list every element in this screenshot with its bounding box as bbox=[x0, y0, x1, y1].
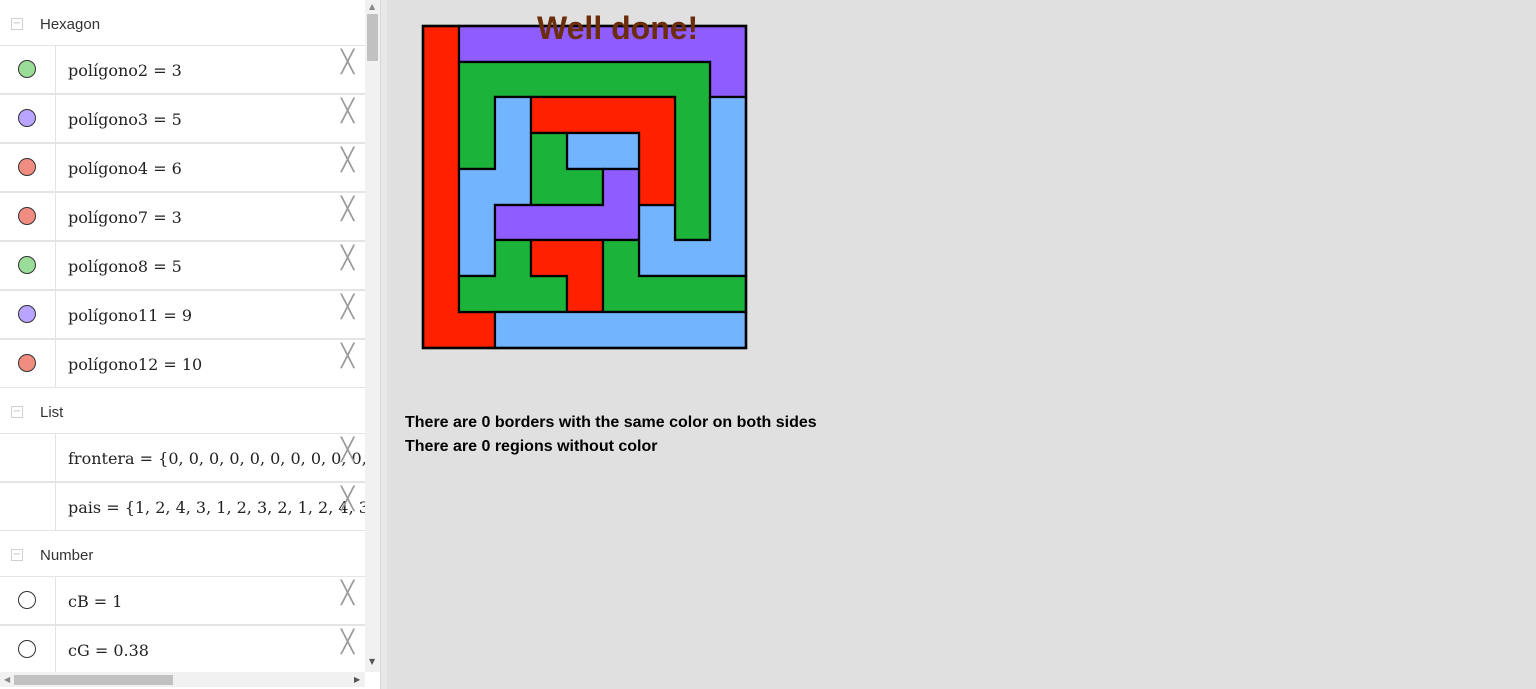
scroll-up-icon[interactable]: ▲ bbox=[369, 3, 375, 11]
visibility-toggle-icon[interactable] bbox=[18, 591, 36, 609]
delete-icon[interactable]: ╳ bbox=[341, 101, 354, 123]
visibility-toggle-icon[interactable] bbox=[18, 207, 36, 225]
marble-cell bbox=[0, 193, 56, 240]
algebra-row[interactable]: polígono11 = 9 ╳ bbox=[0, 290, 365, 339]
borders-message: There are 0 borders with the same color … bbox=[405, 414, 817, 431]
delete-icon[interactable]: ╳ bbox=[341, 583, 354, 605]
scroll-right-icon[interactable]: ▶ bbox=[354, 675, 360, 684]
group-hexagon[interactable]: − Hexagon bbox=[0, 2, 365, 46]
collapse-icon[interactable]: − bbox=[11, 549, 23, 561]
collapse-icon[interactable]: − bbox=[11, 18, 23, 30]
object-definition[interactable]: polígono8 = 5 bbox=[68, 257, 366, 276]
marble-cell bbox=[0, 46, 56, 93]
object-definition[interactable]: cB = 1 bbox=[68, 592, 366, 611]
vertical-scrollbar[interactable]: ▲ ▼ bbox=[365, 0, 380, 672]
object-definition[interactable]: cG = 0.38 bbox=[68, 641, 366, 660]
visibility-toggle-icon[interactable] bbox=[18, 60, 36, 78]
region-blue-bottom[interactable] bbox=[493, 310, 748, 350]
object-definition[interactable]: polígono11 = 9 bbox=[68, 306, 366, 325]
marble-cell bbox=[0, 626, 56, 673]
marble-cell bbox=[0, 95, 56, 142]
object-definition[interactable]: polígono3 = 5 bbox=[68, 110, 366, 129]
horizontal-scrollbar[interactable]: ◀ ▶ bbox=[0, 672, 365, 687]
group-title: Hexagon bbox=[40, 16, 101, 33]
four-color-map bbox=[421, 24, 748, 350]
scroll-down-icon[interactable]: ▼ bbox=[369, 658, 375, 666]
object-definition[interactable]: polígono4 = 6 bbox=[68, 159, 366, 178]
visibility-toggle-icon[interactable] bbox=[18, 256, 36, 274]
marble-cell bbox=[0, 483, 56, 530]
marble-cell bbox=[0, 577, 56, 624]
delete-icon[interactable]: ╳ bbox=[341, 52, 354, 74]
marble-cell bbox=[0, 242, 56, 289]
algebra-row[interactable]: cB = 1 ╳ bbox=[0, 576, 365, 625]
object-definition[interactable]: frontera = {0, 0, 0, 0, 0, 0, 0, 0, 0, 0… bbox=[68, 449, 366, 468]
algebra-row[interactable]: frontera = {0, 0, 0, 0, 0, 0, 0, 0, 0, 0… bbox=[0, 433, 366, 482]
marble-cell bbox=[0, 340, 56, 387]
group-title: List bbox=[40, 404, 64, 421]
well-done-title: Well done! bbox=[537, 10, 699, 46]
object-definition[interactable]: pais = {1, 2, 4, 3, 1, 2, 3, 2, 1, 2, 4,… bbox=[68, 498, 366, 517]
delete-icon[interactable]: ╳ bbox=[341, 489, 354, 511]
visibility-toggle-icon[interactable] bbox=[18, 109, 36, 127]
region-blue-inner[interactable] bbox=[565, 131, 641, 171]
delete-icon[interactable]: ╳ bbox=[341, 346, 354, 368]
regions-message: There are 0 regions without color bbox=[405, 438, 658, 455]
marble-cell bbox=[0, 144, 56, 191]
scroll-thumb[interactable] bbox=[367, 14, 378, 61]
algebra-row[interactable]: polígono2 = 3 ╳ bbox=[0, 45, 365, 94]
algebra-view: − Hexagon polígono2 = 3 ╳ polígono3 = 5 ╳ po… bbox=[0, 0, 380, 689]
group-title: Number bbox=[40, 547, 94, 564]
delete-icon[interactable]: ╳ bbox=[341, 632, 354, 654]
delete-icon[interactable]: ╳ bbox=[341, 297, 354, 319]
delete-icon[interactable]: ╳ bbox=[341, 199, 354, 221]
delete-icon[interactable]: ╳ bbox=[341, 150, 354, 172]
object-definition[interactable]: polígono2 = 3 bbox=[68, 61, 366, 80]
algebra-row[interactable]: polígono12 = 10 ╳ bbox=[0, 339, 365, 388]
visibility-toggle-icon[interactable] bbox=[18, 158, 36, 176]
group-list[interactable]: − List bbox=[0, 390, 365, 434]
algebra-row[interactable]: cG = 0.38 ╳ bbox=[0, 625, 365, 674]
graphics-view[interactable] bbox=[387, 0, 1536, 689]
collapse-icon[interactable]: − bbox=[11, 406, 23, 418]
algebra-row[interactable]: polígono8 = 5 ╳ bbox=[0, 241, 365, 290]
object-definition[interactable]: polígono7 = 3 bbox=[68, 208, 366, 227]
visibility-toggle-icon[interactable] bbox=[18, 640, 36, 658]
visibility-toggle-icon[interactable] bbox=[18, 305, 36, 323]
object-definition[interactable]: polígono12 = 10 bbox=[68, 355, 366, 374]
algebra-row[interactable]: polígono7 = 3 ╳ bbox=[0, 192, 365, 241]
delete-icon[interactable]: ╳ bbox=[341, 440, 354, 462]
delete-icon[interactable]: ╳ bbox=[341, 248, 354, 270]
marble-cell bbox=[0, 434, 56, 481]
scroll-thumb[interactable] bbox=[14, 675, 173, 685]
visibility-toggle-icon[interactable] bbox=[18, 354, 36, 372]
group-number[interactable]: − Number bbox=[0, 533, 365, 577]
view-splitter[interactable] bbox=[380, 0, 387, 689]
scroll-left-icon[interactable]: ◀ bbox=[4, 675, 10, 684]
algebra-row[interactable]: polígono4 = 6 ╳ bbox=[0, 143, 365, 192]
marble-cell bbox=[0, 291, 56, 338]
algebra-row[interactable]: polígono3 = 5 ╳ bbox=[0, 94, 365, 143]
algebra-row[interactable]: pais = {1, 2, 4, 3, 1, 2, 3, 2, 1, 2, 4,… bbox=[0, 482, 366, 531]
